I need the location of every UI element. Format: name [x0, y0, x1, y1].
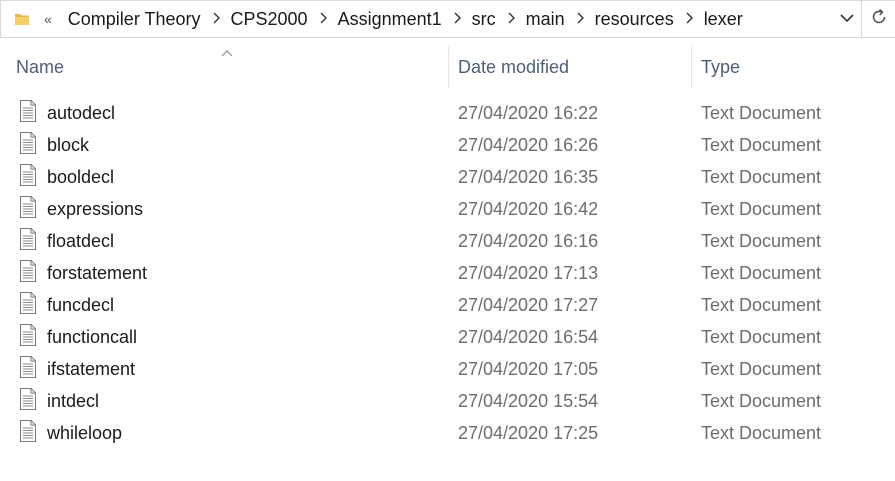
text-document-icon	[19, 132, 37, 154]
file-type: Text Document	[701, 199, 822, 219]
breadcrumb-item[interactable]: CPS2000	[223, 9, 316, 30]
file-name: ifstatement	[47, 359, 136, 379]
column-divider[interactable]	[448, 46, 449, 88]
file-date-modified: 27/04/2020 17:13	[458, 263, 599, 283]
address-dropdown-button[interactable]	[835, 1, 859, 37]
folder-icon	[14, 11, 30, 27]
text-document-icon	[19, 228, 37, 250]
breadcrumb-item[interactable]: resources	[587, 9, 682, 30]
file-type: Text Document	[701, 295, 822, 315]
file-date-modified: 27/04/2020 16:26	[458, 135, 599, 155]
file-date-modified: 27/04/2020 16:42	[458, 199, 599, 219]
address-bar[interactable]: « Compiler Theory CPS2000 Assignment1 src ma…	[0, 0, 862, 38]
text-document-icon	[19, 324, 37, 346]
breadcrumb-item[interactable]: src	[464, 9, 504, 30]
refresh-button[interactable]	[862, 0, 895, 38]
file-date-modified: 27/04/2020 16:16	[458, 231, 599, 251]
file-row[interactable]: expressions 27/04/2020 16:42 Text Document	[0, 193, 895, 225]
breadcrumb-overflow-button[interactable]: «	[44, 11, 52, 27]
file-type: Text Document	[701, 231, 822, 251]
column-header-row: Name Date modified Type	[0, 46, 895, 88]
file-date-modified: 27/04/2020 16:54	[458, 327, 599, 347]
file-date-modified: 27/04/2020 17:05	[458, 359, 599, 379]
file-type: Text Document	[701, 167, 822, 187]
refresh-icon	[869, 7, 889, 32]
breadcrumb-separator-icon[interactable]	[209, 12, 223, 27]
file-date-modified: 27/04/2020 15:54	[458, 391, 599, 411]
text-document-icon	[19, 420, 37, 442]
file-type: Text Document	[701, 327, 822, 347]
file-name: expressions	[47, 199, 144, 219]
column-divider[interactable]	[691, 46, 692, 88]
file-type: Text Document	[701, 135, 822, 155]
file-type: Text Document	[701, 103, 822, 123]
file-type: Text Document	[701, 263, 822, 283]
breadcrumb: Compiler Theory CPS2000 Assignment1 src main…	[60, 9, 751, 30]
column-header-type[interactable]: Type	[701, 46, 740, 88]
file-name: autodecl	[47, 103, 116, 123]
file-name: booldecl	[47, 167, 115, 187]
file-name: block	[47, 135, 90, 155]
text-document-icon	[19, 388, 37, 410]
text-document-icon	[19, 260, 37, 282]
text-document-icon	[19, 164, 37, 186]
text-document-icon	[19, 100, 37, 122]
text-document-icon	[19, 356, 37, 378]
breadcrumb-separator-icon[interactable]	[682, 12, 696, 27]
text-document-icon	[19, 292, 37, 314]
file-date-modified: 27/04/2020 17:25	[458, 423, 599, 443]
column-header-date-modified[interactable]: Date modified	[458, 46, 569, 88]
file-name: funcdecl	[47, 295, 115, 315]
file-date-modified: 27/04/2020 16:35	[458, 167, 599, 187]
breadcrumb-item[interactable]: Compiler Theory	[60, 9, 209, 30]
file-row[interactable]: functioncall 27/04/2020 16:54 Text Documen…	[0, 321, 895, 353]
breadcrumb-item[interactable]: Assignment1	[330, 9, 450, 30]
file-row[interactable]: autodecl 27/04/2020 16:22 Text Document	[0, 97, 895, 129]
breadcrumb-separator-icon[interactable]	[504, 12, 518, 27]
file-row[interactable]: block 27/04/2020 16:26 Text Document	[0, 129, 895, 161]
breadcrumb-item[interactable]: lexer	[696, 9, 751, 30]
file-type: Text Document	[701, 391, 822, 411]
file-name: floatdecl	[47, 231, 115, 251]
file-type: Text Document	[701, 423, 822, 443]
file-row[interactable]: floatdecl 27/04/2020 16:16 Text Document	[0, 225, 895, 257]
file-name: whileloop	[47, 423, 123, 443]
chevron-down-icon	[840, 10, 854, 28]
file-date-modified: 27/04/2020 16:22	[458, 103, 599, 123]
breadcrumb-item[interactable]: main	[518, 9, 573, 30]
breadcrumb-separator-icon[interactable]	[450, 12, 464, 27]
file-list: autodecl 27/04/2020 16:22 Text Document blo…	[0, 97, 895, 449]
file-name: intdecl	[47, 391, 100, 411]
file-row[interactable]: booldecl 27/04/2020 16:35 Text Document	[0, 161, 895, 193]
breadcrumb-separator-icon[interactable]	[573, 12, 587, 27]
breadcrumb-separator-icon[interactable]	[316, 12, 330, 27]
file-date-modified: 27/04/2020 17:27	[458, 295, 599, 315]
text-document-icon	[19, 196, 37, 218]
file-row[interactable]: intdecl 27/04/2020 15:54 Text Document	[0, 385, 895, 417]
file-type: Text Document	[701, 359, 822, 379]
file-row[interactable]: whileloop 27/04/2020 17:25 Text Document	[0, 417, 895, 449]
file-row[interactable]: ifstatement 27/04/2020 17:05 Text Document	[0, 353, 895, 385]
file-name: functioncall	[47, 327, 138, 347]
column-header-name[interactable]: Name	[16, 46, 64, 88]
file-row[interactable]: forstatement 27/04/2020 17:13 Text Documen…	[0, 257, 895, 289]
file-row[interactable]: funcdecl 27/04/2020 17:27 Text Document	[0, 289, 895, 321]
file-name: forstatement	[47, 263, 148, 283]
